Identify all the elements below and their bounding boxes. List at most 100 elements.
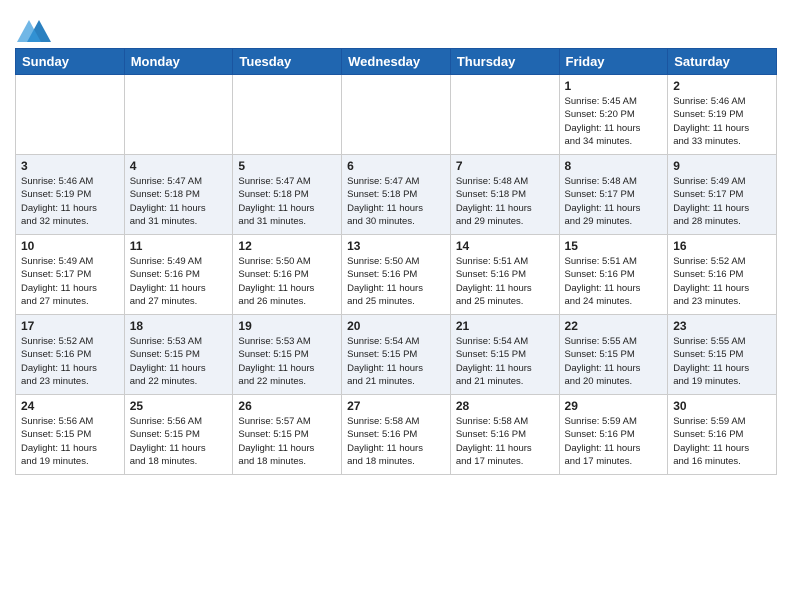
day-number: 2 — [673, 79, 771, 93]
calendar-cell: 3Sunrise: 5:46 AM Sunset: 5:19 PM Daylig… — [16, 155, 125, 235]
day-info: Sunrise: 5:53 AM Sunset: 5:15 PM Dayligh… — [238, 335, 336, 388]
day-number: 27 — [347, 399, 445, 413]
day-number: 20 — [347, 319, 445, 333]
calendar-cell: 11 Sunrise: 5:49 AM Sunset: 5:16 PM Dayli… — [124, 235, 233, 315]
calendar-cell — [342, 75, 451, 155]
day-number: 13 — [347, 239, 445, 253]
calendar-cell — [16, 75, 125, 155]
day-number: 12 — [238, 239, 336, 253]
calendar-cell: 19 Sunrise: 5:53 AM Sunset: 5:15 PM Dayli… — [233, 315, 342, 395]
calendar-cell: 23 Sunrise: 5:55 AM Sunset: 5:15 PM Dayli… — [668, 315, 777, 395]
calendar-week-row: 17 Sunrise: 5:52 AM Sunset: 5:16 PM Dayli… — [16, 315, 777, 395]
day-info: Sunrise: 5:47 AM Sunset: 5:18 PM Dayligh… — [238, 175, 336, 228]
logo — [15, 14, 53, 40]
day-info: Sunrise: 5:59 AM Sunset: 5:16 PM Dayligh… — [673, 415, 771, 468]
weekday-header: Monday — [124, 49, 233, 75]
calendar-cell: 30 Sunrise: 5:59 AM Sunset: 5:16 PM Dayli… — [668, 395, 777, 475]
day-number: 8 — [565, 159, 663, 173]
day-info: Sunrise: 5:47 AM Sunset: 5:18 PM Dayligh… — [347, 175, 445, 228]
calendar-cell: 7 Sunrise: 5:48 AM Sunset: 5:18 PM Daylig… — [450, 155, 559, 235]
day-info: Sunrise: 5:52 AM Sunset: 5:16 PM Dayligh… — [673, 255, 771, 308]
logo-text-block — [15, 14, 53, 40]
calendar-cell: 14Sunrise: 5:51 AM Sunset: 5:16 PM Dayli… — [450, 235, 559, 315]
calendar-cell: 10 Sunrise: 5:49 AM Sunset: 5:17 PM Dayli… — [16, 235, 125, 315]
day-number: 10 — [21, 239, 119, 253]
day-number: 15 — [565, 239, 663, 253]
calendar-cell: 21Sunrise: 5:54 AM Sunset: 5:15 PM Dayli… — [450, 315, 559, 395]
day-info: Sunrise: 5:49 AM Sunset: 5:16 PM Dayligh… — [130, 255, 228, 308]
day-info: Sunrise: 5:48 AM Sunset: 5:18 PM Dayligh… — [456, 175, 554, 228]
day-info: Sunrise: 5:51 AM Sunset: 5:16 PM Dayligh… — [456, 255, 554, 308]
day-number: 30 — [673, 399, 771, 413]
day-number: 17 — [21, 319, 119, 333]
day-info: Sunrise: 5:58 AM Sunset: 5:16 PM Dayligh… — [456, 415, 554, 468]
calendar-cell: 4 Sunrise: 5:47 AM Sunset: 5:18 PM Daylig… — [124, 155, 233, 235]
weekday-header: Tuesday — [233, 49, 342, 75]
calendar-week-row: 10 Sunrise: 5:49 AM Sunset: 5:17 PM Dayli… — [16, 235, 777, 315]
calendar-cell: 15 Sunrise: 5:51 AM Sunset: 5:16 PM Dayli… — [559, 235, 668, 315]
day-info: Sunrise: 5:50 AM Sunset: 5:16 PM Dayligh… — [238, 255, 336, 308]
day-number: 5 — [238, 159, 336, 173]
calendar-cell: 16Sunrise: 5:52 AM Sunset: 5:16 PM Dayli… — [668, 235, 777, 315]
day-info: Sunrise: 5:57 AM Sunset: 5:15 PM Dayligh… — [238, 415, 336, 468]
day-info: Sunrise: 5:45 AM Sunset: 5:20 PM Dayligh… — [565, 95, 663, 148]
calendar-cell: 12 Sunrise: 5:50 AM Sunset: 5:16 PM Dayli… — [233, 235, 342, 315]
day-info: Sunrise: 5:48 AM Sunset: 5:17 PM Dayligh… — [565, 175, 663, 228]
day-number: 6 — [347, 159, 445, 173]
day-number: 9 — [673, 159, 771, 173]
day-number: 4 — [130, 159, 228, 173]
day-number: 7 — [456, 159, 554, 173]
day-info: Sunrise: 5:53 AM Sunset: 5:15 PM Dayligh… — [130, 335, 228, 388]
calendar-cell — [233, 75, 342, 155]
weekday-header: Friday — [559, 49, 668, 75]
calendar-week-row: 3Sunrise: 5:46 AM Sunset: 5:19 PM Daylig… — [16, 155, 777, 235]
day-info: Sunrise: 5:56 AM Sunset: 5:15 PM Dayligh… — [130, 415, 228, 468]
day-info: Sunrise: 5:54 AM Sunset: 5:15 PM Dayligh… — [347, 335, 445, 388]
day-info: Sunrise: 5:46 AM Sunset: 5:19 PM Dayligh… — [673, 95, 771, 148]
day-info: Sunrise: 5:52 AM Sunset: 5:16 PM Dayligh… — [21, 335, 119, 388]
calendar-cell: 26 Sunrise: 5:57 AM Sunset: 5:15 PM Dayli… — [233, 395, 342, 475]
calendar-cell: 1 Sunrise: 5:45 AM Sunset: 5:20 PM Daylig… — [559, 75, 668, 155]
day-number: 28 — [456, 399, 554, 413]
day-info: Sunrise: 5:50 AM Sunset: 5:16 PM Dayligh… — [347, 255, 445, 308]
calendar-week-row: 1 Sunrise: 5:45 AM Sunset: 5:20 PM Daylig… — [16, 75, 777, 155]
day-info: Sunrise: 5:55 AM Sunset: 5:15 PM Dayligh… — [673, 335, 771, 388]
logo-icon — [17, 14, 51, 44]
day-number: 26 — [238, 399, 336, 413]
calendar-cell: 20 Sunrise: 5:54 AM Sunset: 5:15 PM Dayli… — [342, 315, 451, 395]
day-info: Sunrise: 5:47 AM Sunset: 5:18 PM Dayligh… — [130, 175, 228, 228]
header — [15, 10, 777, 40]
day-number: 18 — [130, 319, 228, 333]
calendar-cell: 27Sunrise: 5:58 AM Sunset: 5:16 PM Dayli… — [342, 395, 451, 475]
day-info: Sunrise: 5:49 AM Sunset: 5:17 PM Dayligh… — [673, 175, 771, 228]
day-number: 24 — [21, 399, 119, 413]
day-info: Sunrise: 5:49 AM Sunset: 5:17 PM Dayligh… — [21, 255, 119, 308]
day-number: 23 — [673, 319, 771, 333]
calendar-cell: 13 Sunrise: 5:50 AM Sunset: 5:16 PM Dayli… — [342, 235, 451, 315]
weekday-header: Saturday — [668, 49, 777, 75]
day-number: 25 — [130, 399, 228, 413]
day-number: 3 — [21, 159, 119, 173]
calendar-cell: 29Sunrise: 5:59 AM Sunset: 5:16 PM Dayli… — [559, 395, 668, 475]
calendar-cell: 22 Sunrise: 5:55 AM Sunset: 5:15 PM Dayli… — [559, 315, 668, 395]
calendar-cell: 17 Sunrise: 5:52 AM Sunset: 5:16 PM Dayli… — [16, 315, 125, 395]
calendar-cell — [124, 75, 233, 155]
calendar-table: SundayMondayTuesdayWednesdayThursdayFrid… — [15, 48, 777, 475]
day-number: 22 — [565, 319, 663, 333]
day-number: 29 — [565, 399, 663, 413]
day-info: Sunrise: 5:54 AM Sunset: 5:15 PM Dayligh… — [456, 335, 554, 388]
calendar-cell: 28 Sunrise: 5:58 AM Sunset: 5:16 PM Dayli… — [450, 395, 559, 475]
calendar-cell: 5 Sunrise: 5:47 AM Sunset: 5:18 PM Daylig… — [233, 155, 342, 235]
logo-text — [15, 14, 53, 44]
calendar-cell: 18 Sunrise: 5:53 AM Sunset: 5:15 PM Dayli… — [124, 315, 233, 395]
day-number: 19 — [238, 319, 336, 333]
calendar-week-row: 24 Sunrise: 5:56 AM Sunset: 5:15 PM Dayli… — [16, 395, 777, 475]
day-info: Sunrise: 5:51 AM Sunset: 5:16 PM Dayligh… — [565, 255, 663, 308]
weekday-header-row: SundayMondayTuesdayWednesdayThursdayFrid… — [16, 49, 777, 75]
calendar-cell: 9 Sunrise: 5:49 AM Sunset: 5:17 PM Daylig… — [668, 155, 777, 235]
calendar-cell: 25 Sunrise: 5:56 AM Sunset: 5:15 PM Dayli… — [124, 395, 233, 475]
calendar-cell: 8 Sunrise: 5:48 AM Sunset: 5:17 PM Daylig… — [559, 155, 668, 235]
day-number: 11 — [130, 239, 228, 253]
day-number: 1 — [565, 79, 663, 93]
day-info: Sunrise: 5:55 AM Sunset: 5:15 PM Dayligh… — [565, 335, 663, 388]
